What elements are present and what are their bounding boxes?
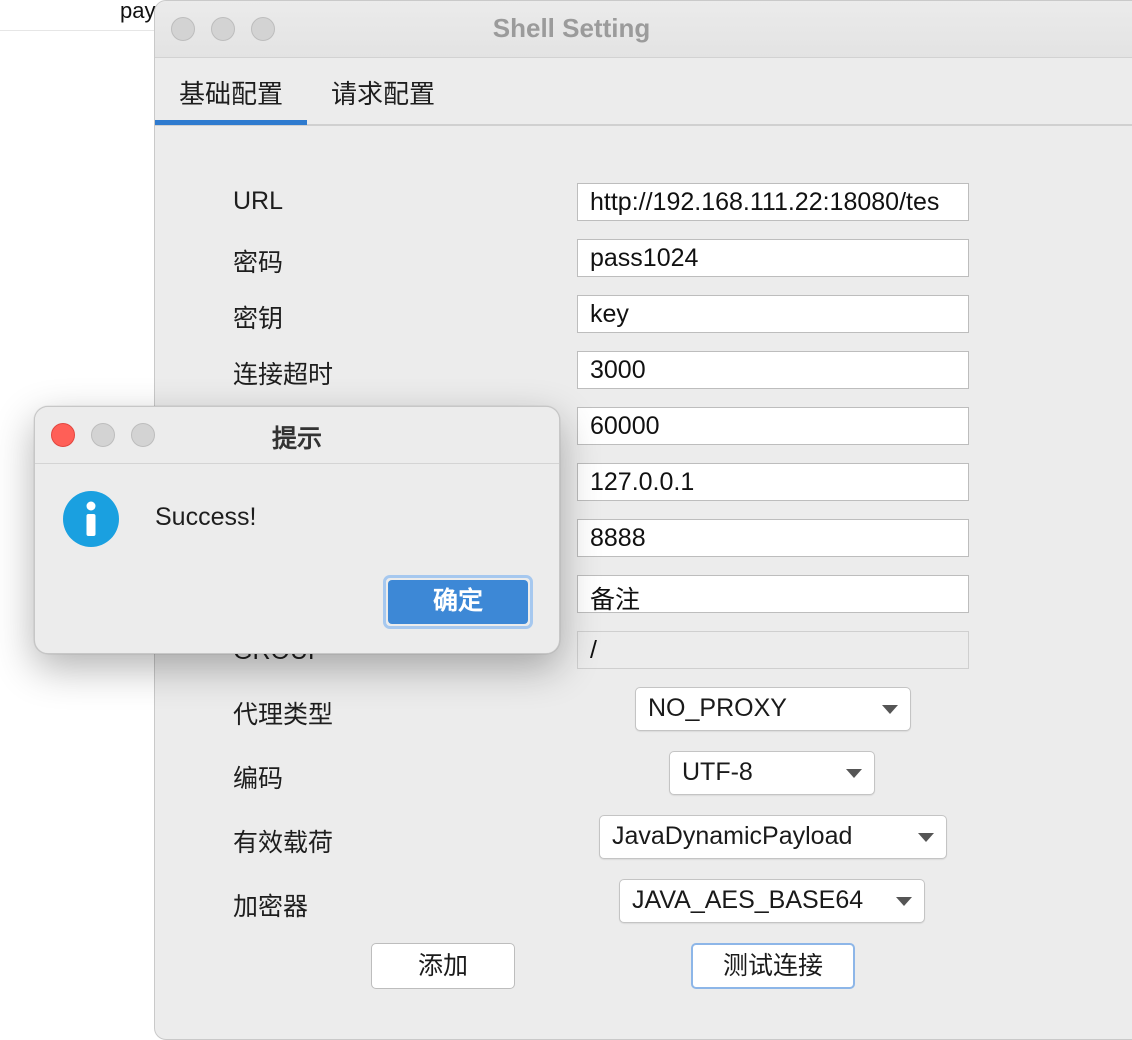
proxy-type-label: 代理类型 <box>233 701 334 729</box>
url-field[interactable]: http://192.168.111.22:18080/tes <box>577 183 969 221</box>
dialog-titlebar: 提示 <box>35 407 559 464</box>
password-label: 密码 <box>233 249 284 277</box>
cryption-select[interactable]: JAVA_AES_BASE64 <box>619 879 925 923</box>
tab-request-config[interactable]: 请求配置 <box>331 74 435 111</box>
cryption-label: 加密器 <box>233 893 309 921</box>
group-field[interactable]: / <box>577 631 969 669</box>
read-timeout-field[interactable]: 60000 <box>577 407 969 445</box>
test-connection-button[interactable]: 测试连接 <box>691 943 855 989</box>
dialog-title: 提示 <box>271 425 322 453</box>
chevron-down-icon <box>896 897 912 906</box>
chevron-down-icon <box>918 833 934 842</box>
payload-label: 有效载荷 <box>233 829 334 857</box>
info-icon <box>63 491 119 547</box>
proxy-type-select[interactable]: NO_PROXY <box>635 687 911 731</box>
password-field[interactable]: pass1024 <box>577 239 969 277</box>
encoding-value: UTF-8 <box>682 758 753 786</box>
encoding-select[interactable]: UTF-8 <box>669 751 875 795</box>
add-button[interactable]: 添加 <box>371 943 515 989</box>
proxy-host-field[interactable]: 127.0.0.1 <box>577 463 969 501</box>
chevron-down-icon <box>846 769 862 778</box>
ok-button[interactable]: 确定 <box>388 580 528 624</box>
proxy-port-field[interactable]: 8888 <box>577 519 969 557</box>
remark-field[interactable]: 备注 <box>577 575 969 613</box>
key-label: 密钥 <box>233 305 284 333</box>
chevron-down-icon <box>882 705 898 714</box>
key-field[interactable]: key <box>577 295 969 333</box>
payload-value: JavaDynamicPayload <box>612 822 853 850</box>
background-text: pay <box>120 0 156 23</box>
proxy-type-value: NO_PROXY <box>648 694 787 722</box>
encoding-label: 编码 <box>233 765 284 793</box>
dialog-message: Success! <box>155 503 257 531</box>
tab-bar: 基础配置 请求配置 <box>155 58 1132 126</box>
url-label: URL <box>233 187 284 215</box>
window-titlebar: Shell Setting <box>155 1 1132 58</box>
payload-select[interactable]: JavaDynamicPayload <box>599 815 947 859</box>
ok-button-focus-ring: 确定 <box>383 575 533 629</box>
window-title: Shell Setting <box>492 13 651 43</box>
connect-timeout-field[interactable]: 3000 <box>577 351 969 389</box>
cryption-value: JAVA_AES_BASE64 <box>632 886 864 914</box>
tab-basic-config[interactable]: 基础配置 <box>155 74 308 125</box>
connect-timeout-label: 连接超时 <box>233 361 334 389</box>
alert-dialog: 提示 Success! 确定 <box>34 406 560 654</box>
